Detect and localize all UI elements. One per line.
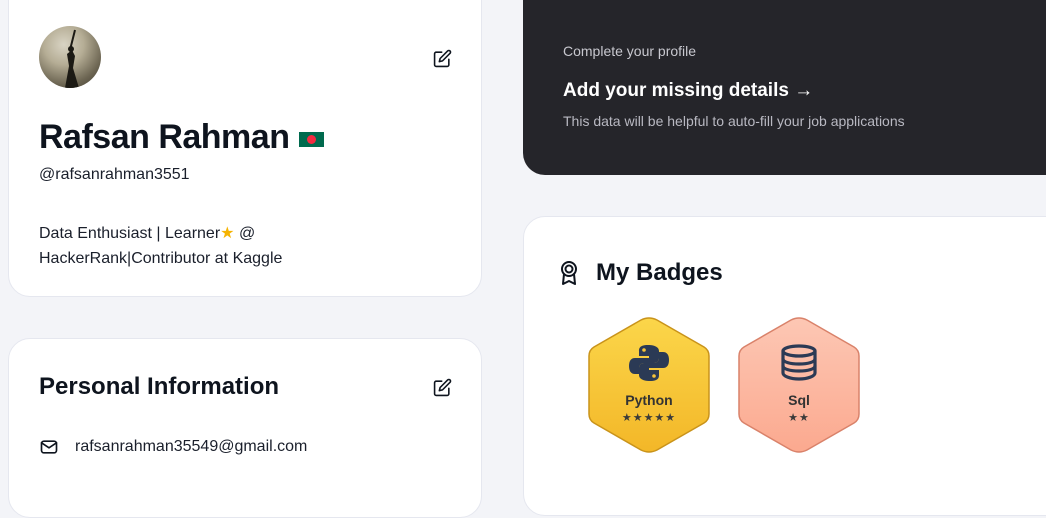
award-icon <box>561 261 577 285</box>
cta-kicker: Complete your profile <box>563 43 697 59</box>
bio-line-2: HackerRank|Contributor at Kaggle <box>39 250 283 267</box>
badge-stars: ★★★★★ <box>621 412 677 424</box>
badge-sql[interactable]: Sql ★★ <box>736 315 862 455</box>
badge-label: Sql <box>788 392 810 408</box>
email-row: rafsanrahman35549@gmail.com <box>39 437 307 457</box>
badge-python[interactable]: Python ★★★★★ <box>586 315 712 455</box>
badges-card: My Badges Python ★★★★★ Sql ★★ <box>523 216 1046 516</box>
badge-label: Python <box>625 392 673 408</box>
profile-name: Rafsan Rahman <box>39 118 290 156</box>
profile-handle: @rafsanrahman3551 <box>39 166 190 183</box>
edit-icon <box>433 49 451 67</box>
add-missing-details-link[interactable]: Add your missing details → <box>563 80 813 102</box>
profile-card: Rafsan Rahman @rafsanrahman3551 Data Ent… <box>8 0 482 297</box>
personal-info-title: Personal Information <box>39 373 280 400</box>
edit-personal-info-button[interactable] <box>431 376 453 398</box>
edit-icon <box>433 378 451 396</box>
badge-stars: ★★ <box>788 412 810 424</box>
avatar[interactable] <box>39 26 101 88</box>
database-icon <box>781 344 817 381</box>
edit-profile-button[interactable] <box>431 47 453 69</box>
star-icon: ★ <box>220 225 235 242</box>
complete-profile-card: Complete your profile Add your missing d… <box>523 0 1046 175</box>
python-icon <box>629 345 669 381</box>
email-value: rafsanrahman35549@gmail.com <box>75 438 308 455</box>
cta-subtitle: This data will be helpful to auto-fill y… <box>563 113 905 129</box>
bio-line-1: Data Enthusiast | Learner <box>39 225 221 242</box>
bangladesh-flag-icon <box>299 132 325 147</box>
profile-bio: Data Enthusiast | Learner★ @ HackerRank|… <box>39 221 339 271</box>
badges-title: My Badges <box>596 259 723 286</box>
mail-icon <box>40 440 58 454</box>
bio-line-1-end: @ <box>234 225 256 242</box>
personal-info-card: Personal Information rafsanrahman35549@g… <box>8 338 482 518</box>
